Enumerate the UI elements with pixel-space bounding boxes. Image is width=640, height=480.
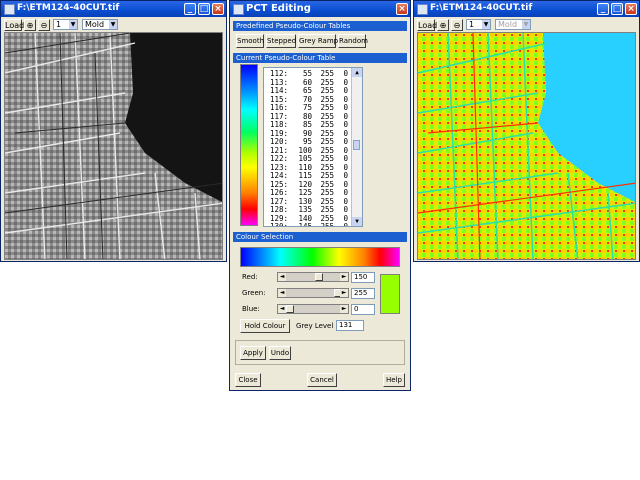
chevron-down-icon: ▼ <box>522 20 530 29</box>
help-button[interactable]: Help <box>383 373 405 387</box>
mode-select[interactable]: Mold ▼ <box>82 19 118 30</box>
blue-value-field[interactable]: 0 <box>351 304 375 315</box>
zoom-out-icon[interactable]: ⊖ <box>451 19 463 31</box>
slider-left-icon[interactable]: ◄ <box>278 273 286 281</box>
close-icon[interactable]: × <box>212 3 224 15</box>
scroll-thumb[interactable] <box>353 140 360 150</box>
colour-selection-header: Colour Selection <box>233 232 407 242</box>
pct-window-titlebar[interactable]: PCT Editing × <box>230 1 410 17</box>
pct-cell-idx: 130: <box>270 222 289 227</box>
zoom-select[interactable]: 1 ▼ <box>466 19 491 30</box>
colour-swatch <box>380 274 400 314</box>
zoom-out-icon[interactable]: ⊖ <box>38 19 50 31</box>
minimize-icon[interactable]: _ <box>184 3 196 15</box>
slider-left-icon[interactable]: ◄ <box>278 305 286 313</box>
blue-slider-thumb[interactable] <box>286 305 294 313</box>
load-button-label: Load <box>418 21 438 30</box>
cancel-button[interactable]: Cancel <box>307 373 337 387</box>
close-icon[interactable]: × <box>396 3 408 15</box>
maximize-icon[interactable]: □ <box>611 3 623 15</box>
pseudo-colour-image[interactable] <box>417 32 636 260</box>
right-image-window: F:\ETM124-40CUT.tif _ □ × Load ⊕ ⊖ 1 ▼ Mo… <box>413 0 640 262</box>
app-icon <box>233 4 244 15</box>
pct-cell-g: 255 <box>320 222 334 227</box>
red-label: Red: <box>242 273 258 281</box>
table-row[interactable]: 130: 145 255 0 <box>264 222 362 227</box>
app-icon <box>417 4 428 15</box>
colour-spectrum[interactable] <box>240 247 400 267</box>
predefined-header: Predefined Pseudo-Colour Tables <box>233 21 407 31</box>
pct-editing-window: PCT Editing × Predefined Pseudo-Colour T… <box>229 0 411 391</box>
random-button[interactable]: Random <box>338 34 368 48</box>
pct-table-rows: 112: 55 255 0 113: 60 255 0 114: 65 255 0 115: 70 255 0… <box>264 68 362 227</box>
undo-button[interactable]: Undo <box>269 346 291 360</box>
mode-select[interactable]: Mold ▼ <box>495 19 531 30</box>
right-window-title: F:\ETM124-40CUT.tif <box>430 3 533 13</box>
zoom-in-icon[interactable]: ⊕ <box>437 19 449 31</box>
blue-label: Blue: <box>242 305 260 313</box>
minimize-icon[interactable]: _ <box>597 3 609 15</box>
smooth-button[interactable]: Smooth <box>236 34 264 48</box>
green-value-field[interactable]: 255 <box>351 288 375 299</box>
green-label: Green: <box>242 289 266 297</box>
green-slider[interactable]: ◄ ► <box>277 288 349 298</box>
colour-ramp-bar <box>240 64 258 226</box>
greyscale-image[interactable] <box>4 32 223 260</box>
chevron-down-icon: ▼ <box>109 20 117 29</box>
zoom-select-value: 1 <box>469 20 475 29</box>
slider-right-icon[interactable]: ► <box>340 305 348 313</box>
red-slider-thumb[interactable] <box>315 273 323 281</box>
stepped-button[interactable]: Stepped <box>266 34 296 48</box>
pct-cell-r: 145 <box>298 222 312 227</box>
hold-colour-button[interactable]: Hold Colour <box>240 319 290 333</box>
left-window-titlebar[interactable]: F:\ETM124-40CUT.tif _ □ × <box>1 1 226 17</box>
slider-left-icon[interactable]: ◄ <box>278 289 286 297</box>
app-icon <box>4 4 15 15</box>
scroll-down-icon[interactable]: ▼ <box>352 217 362 226</box>
current-table-header: Current Pseudo-Colour Table <box>233 53 407 63</box>
slider-right-icon[interactable]: ► <box>340 289 348 297</box>
zoom-select[interactable]: 1 ▼ <box>53 19 78 30</box>
load-button-label: Load <box>5 21 25 30</box>
pct-table-list[interactable]: 112: 55 255 0 113: 60 255 0 114: 65 255 0 115: 70 255 0… <box>263 67 363 227</box>
greyscale-satellite-image <box>5 33 222 259</box>
chevron-down-icon: ▼ <box>69 20 77 29</box>
maximize-icon[interactable]: □ <box>198 3 210 15</box>
mode-select-value: Mold <box>498 20 518 29</box>
red-slider[interactable]: ◄ ► <box>277 272 349 282</box>
apply-button[interactable]: Apply <box>240 346 266 360</box>
load-button[interactable]: Load <box>417 19 438 31</box>
pct-cell-b: 0 <box>343 222 348 227</box>
zoom-select-value: 1 <box>56 20 62 29</box>
chevron-down-icon: ▼ <box>482 20 490 29</box>
left-window-title: F:\ETM124-40CUT.tif <box>17 3 120 13</box>
close-icon[interactable]: × <box>625 3 637 15</box>
pseudo-colour-satellite-image <box>418 33 635 259</box>
scroll-up-icon[interactable]: ▲ <box>352 68 362 77</box>
pct-window-title: PCT Editing <box>246 3 311 14</box>
blue-slider[interactable]: ◄ ► <box>277 304 349 314</box>
zoom-in-icon[interactable]: ⊕ <box>24 19 36 31</box>
grey-level-label: Grey Level <box>296 322 334 330</box>
load-button[interactable]: Load <box>4 19 25 31</box>
slider-right-icon[interactable]: ► <box>340 273 348 281</box>
grey-ramp-button[interactable]: Grey Ramp <box>298 34 338 48</box>
mode-select-value: Mold <box>85 20 105 29</box>
grey-level-field[interactable]: 131 <box>336 320 364 331</box>
list-scrollbar[interactable]: ▲ ▼ <box>351 68 362 226</box>
left-image-window: F:\ETM124-40CUT.tif _ □ × Load ⊕ ⊖ 1 ▼ Mo… <box>0 0 227 262</box>
close-button[interactable]: Close <box>235 373 261 387</box>
red-value-field[interactable]: 150 <box>351 272 375 283</box>
right-window-titlebar[interactable]: F:\ETM124-40CUT.tif _ □ × <box>414 1 639 17</box>
